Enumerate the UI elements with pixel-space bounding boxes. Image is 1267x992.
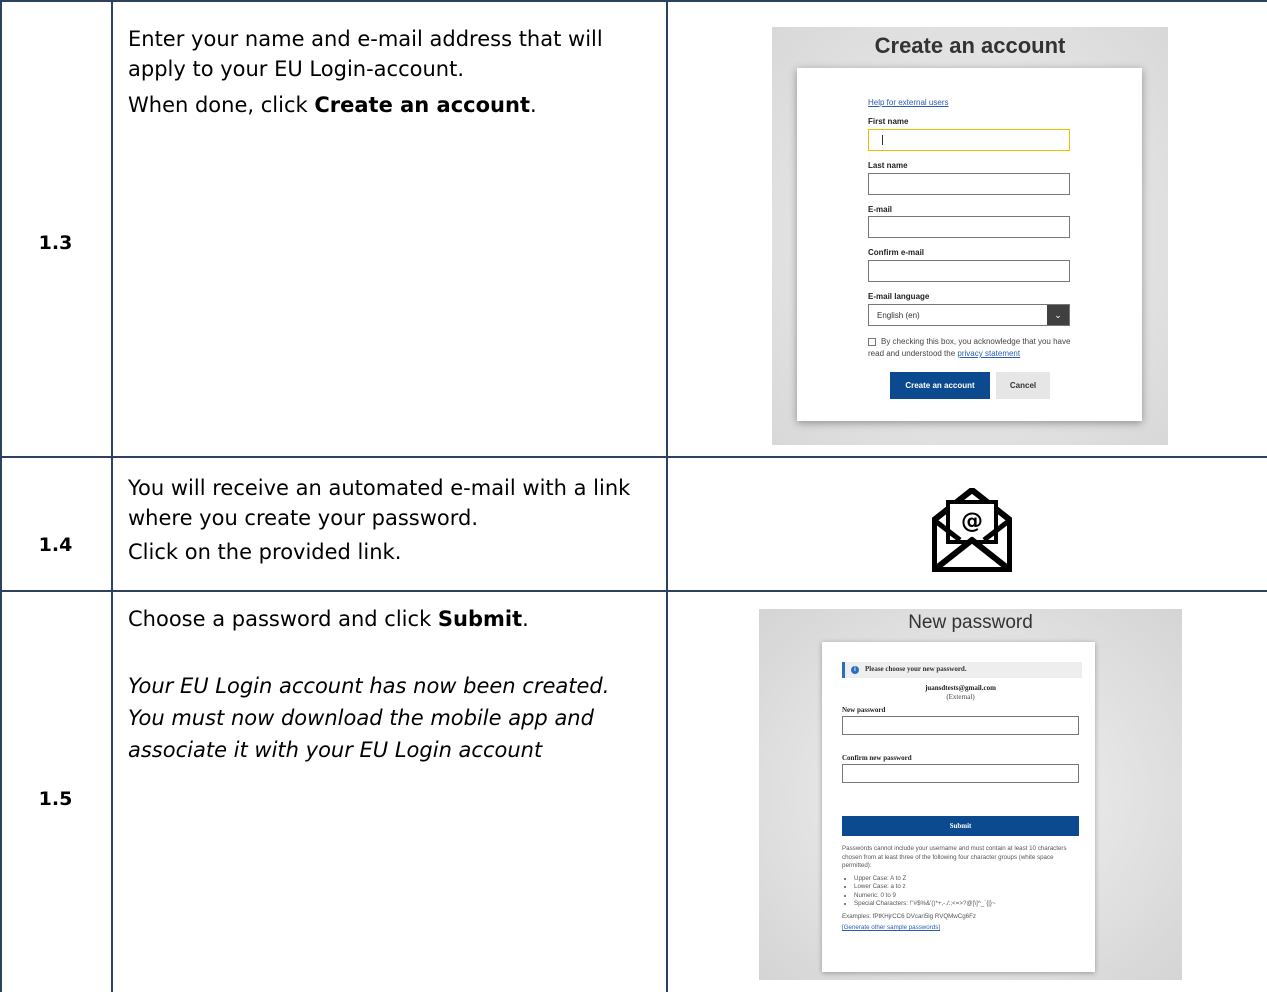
step-description: Enter your name and e-mail address that …: [128, 24, 658, 126]
table-border-left: [0, 0, 2, 992]
rules-list: Upper Case: A to Z Lower Case: a to z Nu…: [842, 875, 1079, 909]
first-name-input[interactable]: [868, 129, 1070, 151]
password-rules: Passwords cannot include your username a…: [842, 845, 1079, 936]
list-item: Upper Case: A to Z: [854, 875, 1079, 884]
new-password-form: i Please choose your new password. juans…: [822, 642, 1095, 972]
chevron-down-icon[interactable]: ⌄: [1047, 305, 1069, 325]
confirm-password-input[interactable]: [842, 764, 1079, 783]
step-number: 1.4: [38, 534, 73, 556]
create-account-screenshot: Create an account Help for external user…: [772, 27, 1168, 445]
cancel-button[interactable]: Cancel: [996, 372, 1050, 399]
step-description: Choose a password and click Submit. Your…: [128, 604, 658, 772]
generate-passwords-link[interactable]: [Generate other sample passwords]: [842, 924, 940, 931]
rules-text: Passwords cannot include your username a…: [842, 845, 1067, 869]
list-item: Special Characters: !"#$%&'()*+,-./:;<=>…: [854, 900, 1079, 909]
email-language-label: E-mail language: [868, 292, 930, 301]
confirm-email-label: Confirm e-mail: [868, 248, 925, 257]
step-description: You will receive an automated e-mail wit…: [128, 473, 658, 573]
submit-button[interactable]: Submit: [842, 816, 1079, 836]
list-item: Numeric: 0 to 9: [854, 892, 1079, 901]
info-icon: i: [851, 666, 859, 674]
privacy-checkbox-row: By checking this box, you acknowledge th…: [868, 336, 1073, 360]
description-line: Enter your name and e-mail address that …: [128, 27, 603, 81]
form-title: New password: [908, 612, 1033, 633]
confirm-email-input[interactable]: [868, 260, 1070, 282]
new-password-label: New password: [842, 706, 886, 714]
info-text: Please choose your new password.: [865, 665, 967, 673]
account-email: juansdtests@gmail.com: [925, 684, 996, 692]
privacy-statement-link[interactable]: privacy statement: [957, 349, 1020, 358]
table-border-col-1: [111, 0, 113, 992]
last-name-label: Last name: [868, 161, 908, 170]
at-symbol: @: [961, 509, 983, 534]
new-password-input[interactable]: [842, 716, 1079, 735]
table-border-col-2: [666, 0, 668, 992]
help-external-users-link[interactable]: Help for external users: [868, 98, 948, 107]
info-banner: i Please choose your new password.: [842, 662, 1082, 678]
privacy-checkbox[interactable]: [868, 337, 876, 346]
description-line: When done, click Create an account.: [128, 93, 537, 117]
table-border-top: [0, 0, 1267, 2]
description-line: Click on the provided link.: [128, 540, 402, 564]
new-password-screenshot: New password i Please choose your new pa…: [759, 609, 1182, 980]
description-line: You will receive an automated e-mail wit…: [128, 476, 631, 530]
examples-text: Examples: fPtKHjrCC6 DVcari5lg RVQMwCg6F…: [842, 912, 976, 920]
create-account-form: Help for external users First name Last …: [797, 68, 1142, 421]
email-input[interactable]: [868, 216, 1070, 238]
text-caret: [882, 135, 883, 145]
table-border-row-1: [0, 456, 1267, 458]
form-title: Create an account: [874, 33, 1066, 58]
envelope-at-icon: @: [932, 488, 1012, 572]
account-type: (External): [946, 693, 975, 701]
selected-language: English (en): [877, 311, 920, 320]
description-line: Your EU Login account has now been creat…: [128, 674, 610, 762]
list-item: Lower Case: a to z: [854, 883, 1079, 892]
email-label: E-mail: [868, 205, 893, 214]
step-number: 1.3: [38, 232, 73, 254]
table-border-row-2: [0, 590, 1267, 592]
confirm-password-label: Confirm new password: [842, 754, 912, 762]
last-name-input[interactable]: [868, 173, 1070, 195]
step-number: 1.5: [38, 788, 73, 810]
email-language-select[interactable]: English (en) ⌄: [868, 304, 1070, 326]
first-name-label: First name: [868, 117, 909, 126]
description-line: Choose a password and click Submit.: [128, 607, 529, 631]
create-account-button[interactable]: Create an account: [890, 372, 990, 399]
